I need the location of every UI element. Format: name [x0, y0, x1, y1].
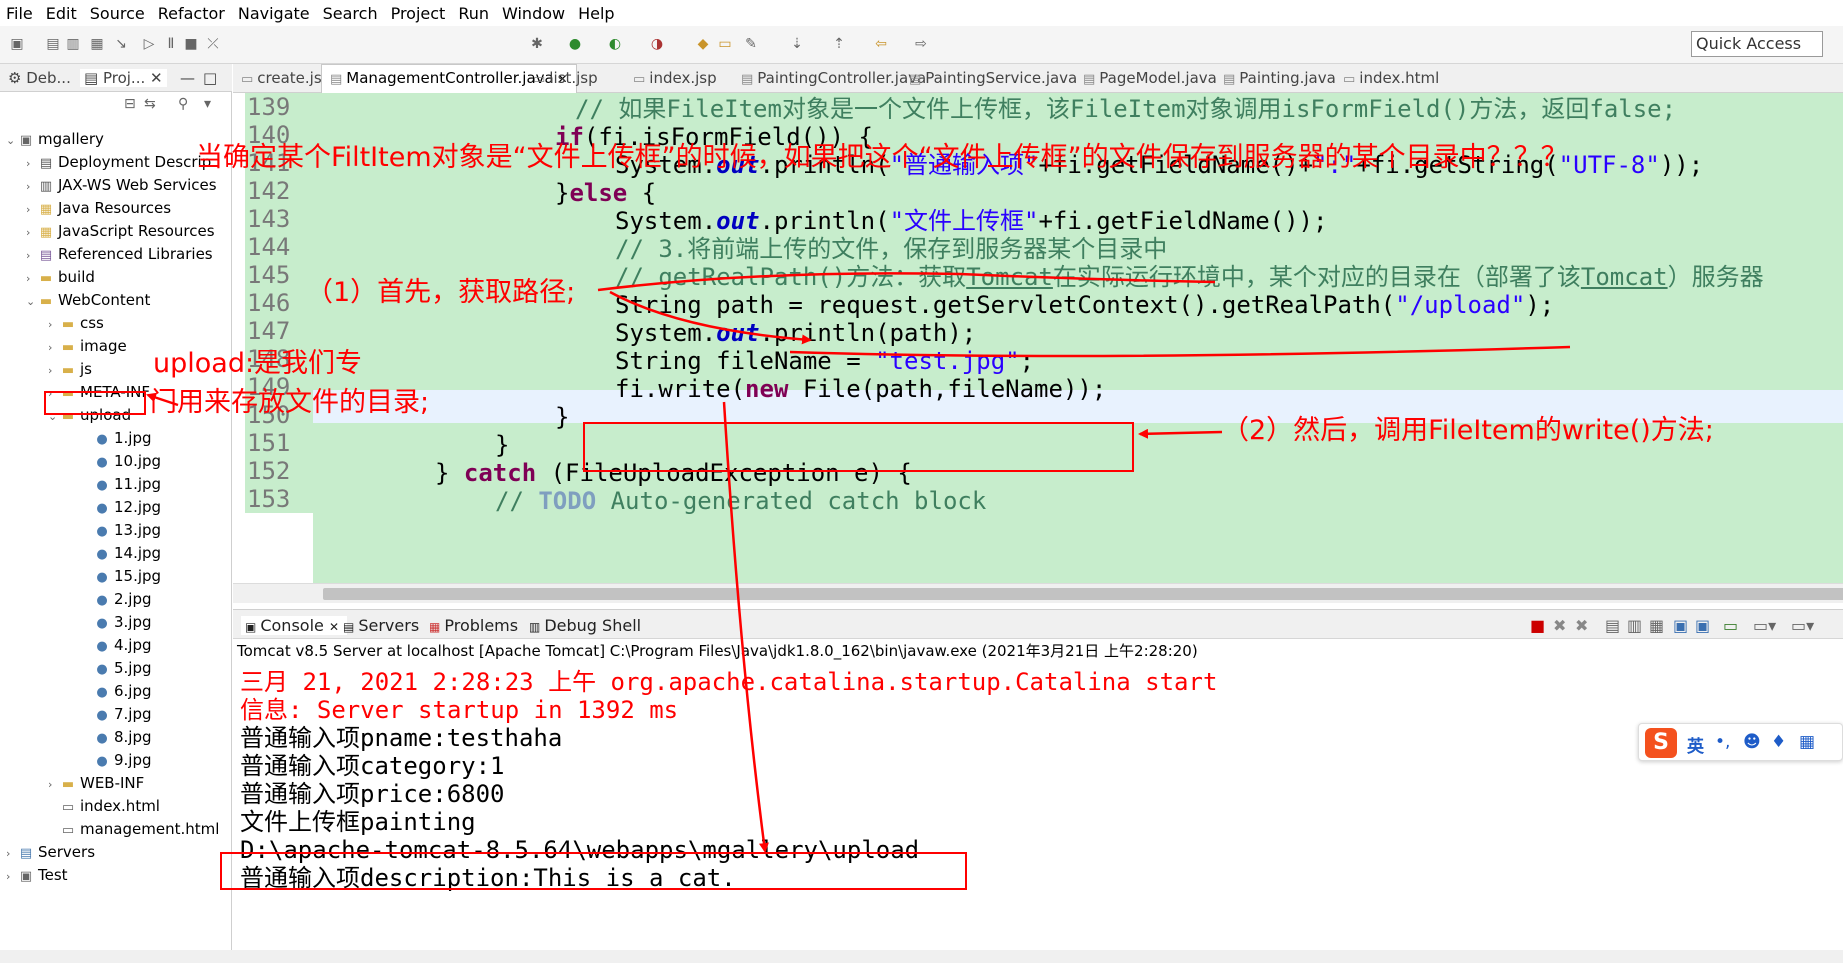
underline-comment-stroke	[597, 272, 1216, 292]
arrow-to-write-box	[1138, 428, 1223, 439]
upload-folder-highlight-box	[44, 391, 146, 415]
annotation-upload-note-2: 门用来存放文件的目录;	[150, 387, 430, 418]
arrow-to-getrealpath	[609, 290, 812, 345]
annotation-upload-note-1: upload:是我们专	[153, 348, 363, 379]
annotation-top-question: 当确定某个FiltItem对象是“文件上传框”的时候，如果把这个“文件上传框”的…	[196, 142, 1568, 173]
upload-path-highlight-box	[220, 852, 967, 890]
annotation-step1: （1）首先，获取路径;	[306, 277, 576, 308]
write-call-highlight-box	[583, 422, 1134, 472]
underline-getrealpath-stroke	[789, 345, 1571, 358]
annotation-step2: （2）然后，调用FileItem的write()方法;	[1222, 415, 1714, 446]
